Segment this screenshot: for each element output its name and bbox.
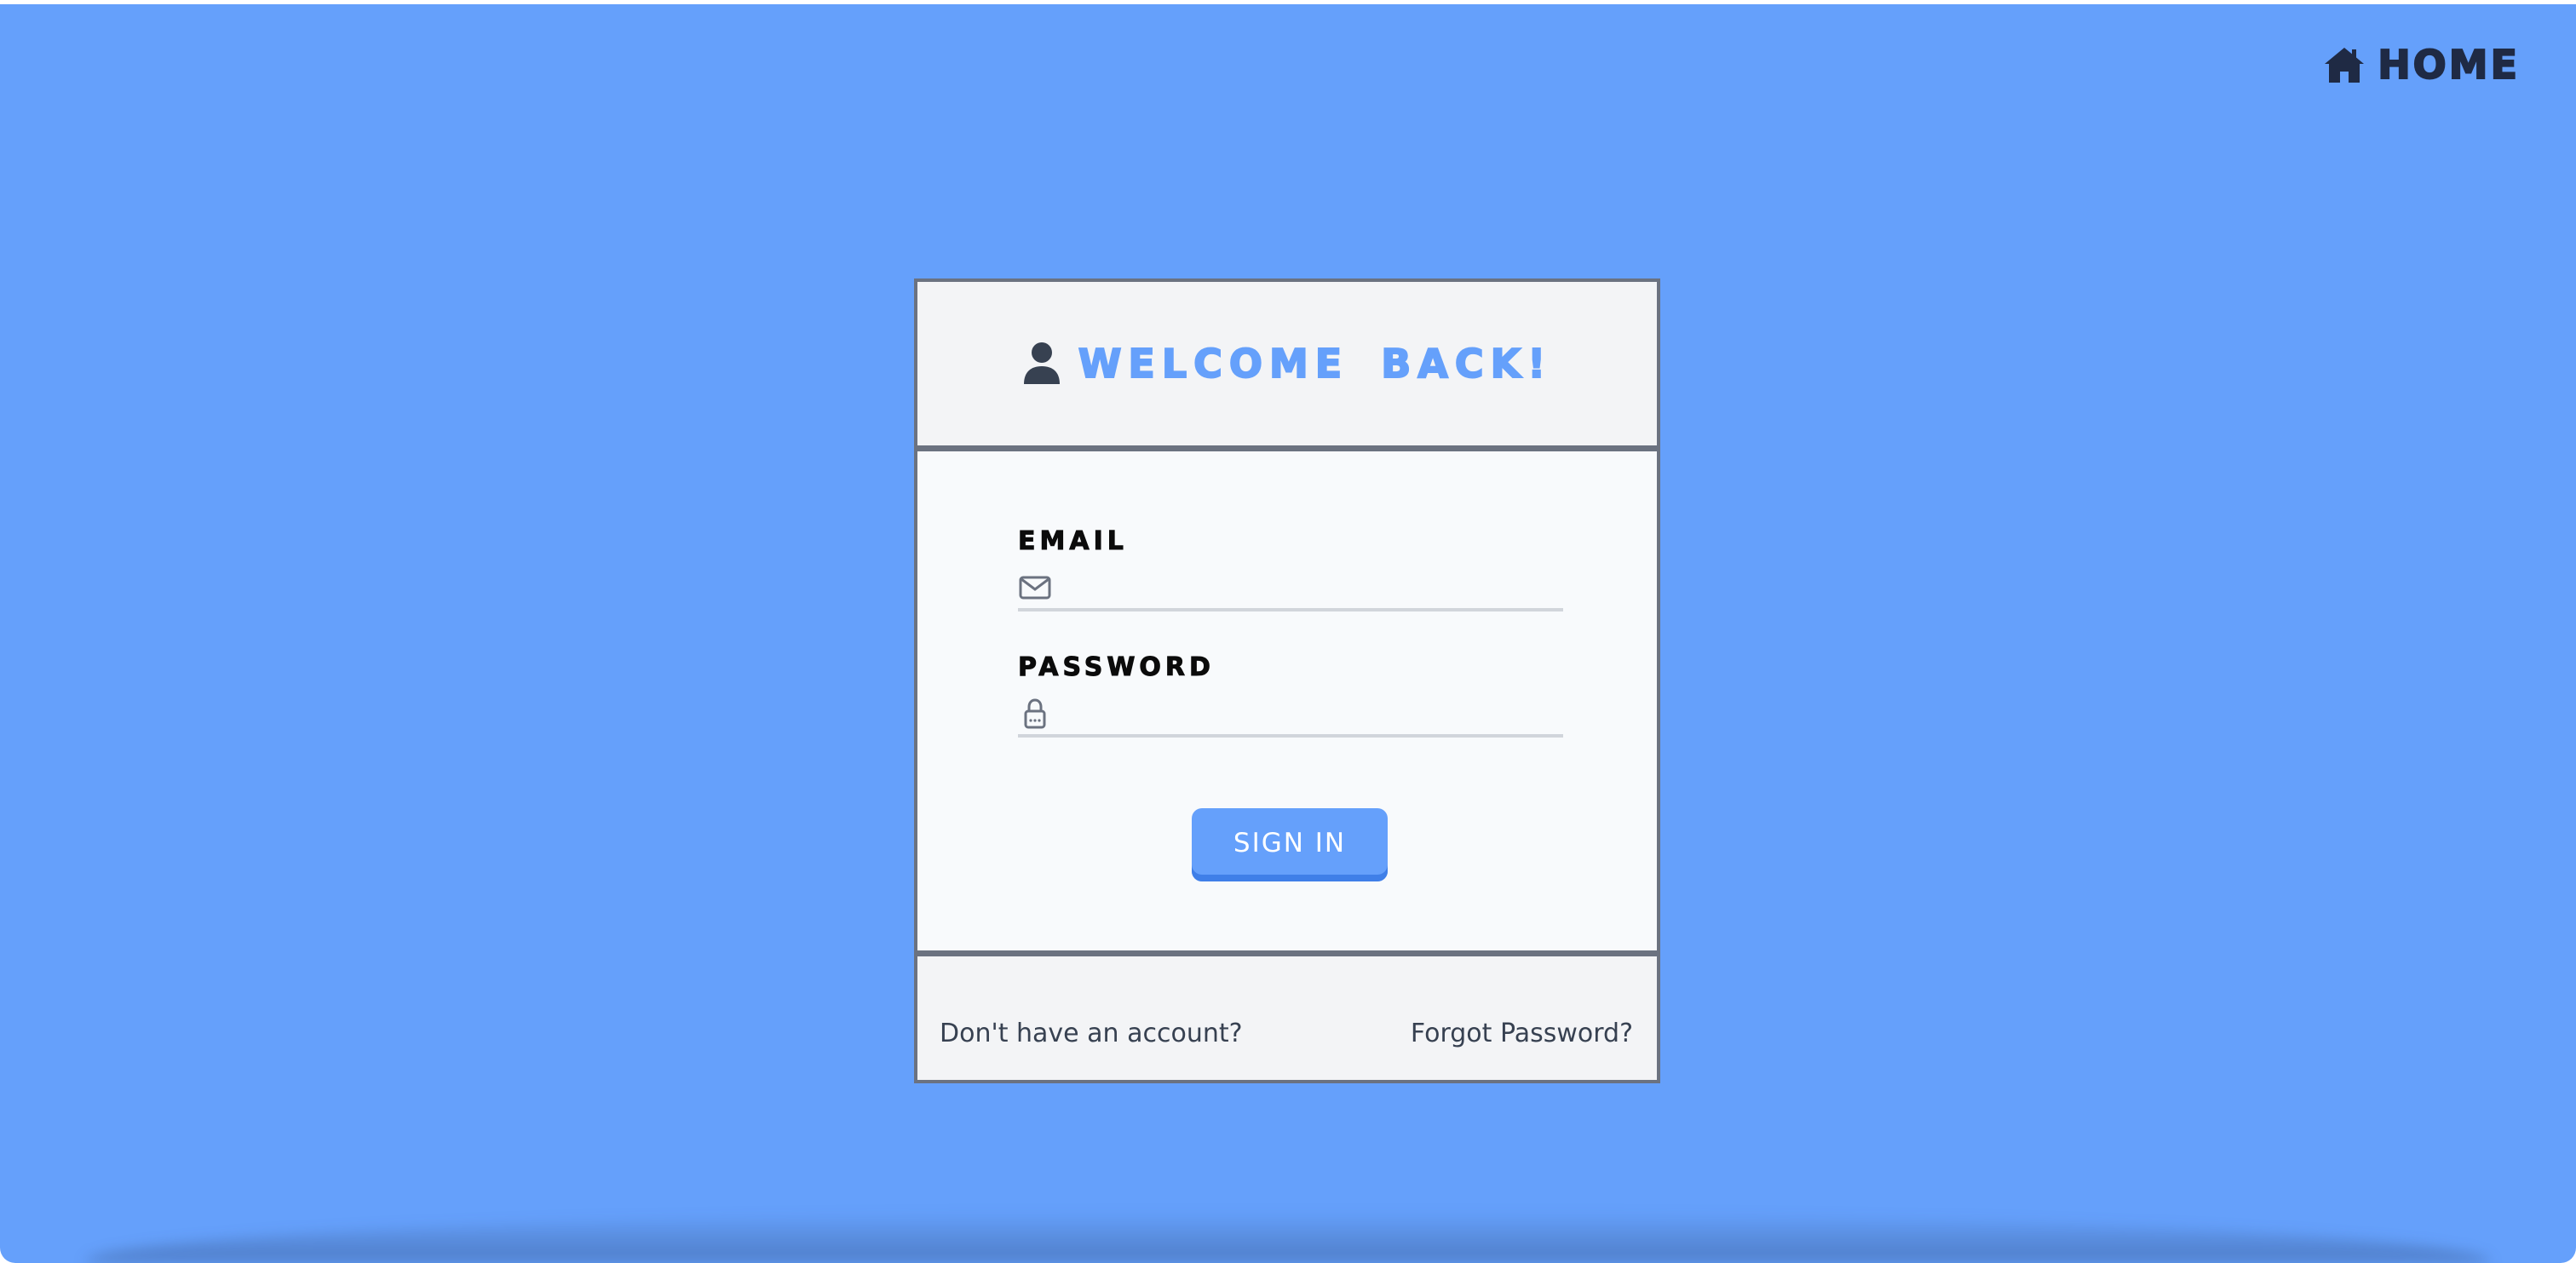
- password-field-group: PASSWORD: [1018, 652, 1563, 738]
- password-field[interactable]: [1061, 698, 1563, 729]
- signup-link[interactable]: Don't have an account?: [940, 1019, 1243, 1048]
- password-label: PASSWORD: [1018, 652, 1215, 683]
- sign-in-button[interactable]: SIGN IN: [1192, 808, 1388, 881]
- password-input-row: [1018, 698, 1563, 738]
- email-field[interactable]: [1061, 572, 1563, 603]
- envelope-icon: [1018, 572, 1052, 603]
- page-title: WELCOME BACK!: [1078, 340, 1553, 388]
- email-label: EMAIL: [1018, 526, 1128, 557]
- home-icon: [2323, 45, 2366, 84]
- lock-icon: [1018, 698, 1052, 729]
- card-footer: Don't have an account? Forgot Password?: [917, 950, 1657, 1080]
- forgot-password-link[interactable]: Forgot Password?: [1411, 1019, 1633, 1048]
- login-form: EMAIL PASSWORD SIGN IN: [917, 451, 1657, 950]
- card-header: WELCOME BACK!: [917, 282, 1657, 451]
- home-label: HOME: [2377, 41, 2520, 89]
- email-input-row: [1018, 572, 1563, 611]
- email-field-group: EMAIL: [1018, 526, 1563, 611]
- user-icon: [1022, 342, 1061, 386]
- login-card: WELCOME BACK! EMAIL PASSWORD SIGN IN Don…: [914, 278, 1660, 1083]
- login-page: HOME WELCOME BACK! EMAIL PASSWORD SIGN I…: [0, 4, 2576, 1263]
- home-link[interactable]: HOME: [2323, 41, 2520, 89]
